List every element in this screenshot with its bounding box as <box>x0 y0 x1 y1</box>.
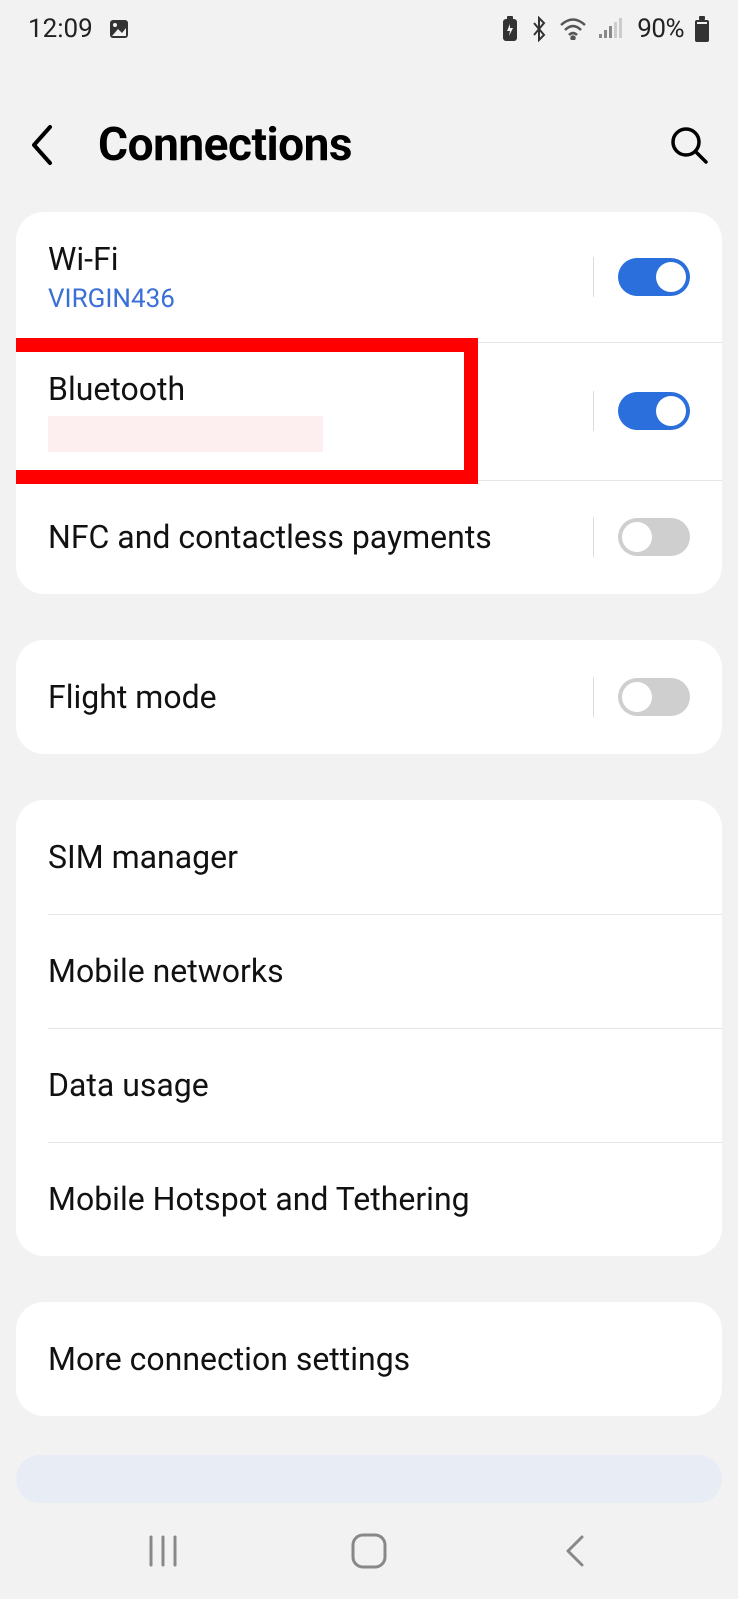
toggle-switch[interactable] <box>618 518 690 556</box>
row-title: More connection settings <box>48 1340 690 1378</box>
back-button[interactable] <box>28 121 98 169</box>
bottom-shelf <box>16 1455 722 1503</box>
screenshot-saved-icon <box>107 17 131 41</box>
settings-row[interactable]: Bluetooth <box>16 342 722 480</box>
row-right <box>593 391 690 431</box>
navigation-bar <box>0 1503 738 1599</box>
separator <box>593 677 594 717</box>
row-main: Mobile Hotspot and Tethering <box>48 1180 690 1218</box>
status-bar: 12:09 90% <box>0 0 738 58</box>
row-main: Data usage <box>48 1066 690 1104</box>
battery-saver-icon <box>501 16 519 42</box>
row-title: Mobile networks <box>48 952 690 990</box>
row-title: Bluetooth <box>48 370 593 408</box>
row-title: NFC and contactless payments <box>48 518 593 556</box>
page-header: Connections <box>0 58 738 212</box>
toggle-knob <box>622 522 652 552</box>
settings-row[interactable]: NFC and contactless payments <box>16 480 722 594</box>
signal-icon <box>597 18 623 40</box>
row-title: Wi-Fi <box>48 240 593 278</box>
separator <box>593 257 594 297</box>
settings-group: More connection settings <box>16 1302 722 1416</box>
row-main: Mobile networks <box>48 952 690 990</box>
row-main: More connection settings <box>48 1340 690 1378</box>
row-subtitle-redacted <box>48 416 323 452</box>
row-title: Flight mode <box>48 678 593 716</box>
row-title: Data usage <box>48 1066 690 1104</box>
settings-row[interactable]: SIM manager <box>16 800 722 914</box>
settings-row[interactable]: Flight mode <box>16 640 722 754</box>
separator <box>593 391 594 431</box>
battery-percent: 90% <box>637 14 684 44</box>
page-title: Connections <box>98 118 650 172</box>
toggle-knob <box>622 682 652 712</box>
toggle-knob <box>656 396 686 426</box>
settings-group: Flight mode <box>16 640 722 754</box>
row-right <box>593 677 690 717</box>
row-main: Bluetooth <box>48 370 593 452</box>
row-main: NFC and contactless payments <box>48 518 593 556</box>
settings-row[interactable]: Data usage <box>16 1028 722 1142</box>
row-main: Flight mode <box>48 678 593 716</box>
bluetooth-icon <box>529 16 549 42</box>
toggle-switch[interactable] <box>618 392 690 430</box>
row-main: Wi-Fi VIRGIN436 <box>48 240 593 314</box>
toggle-knob <box>656 262 686 292</box>
home-button[interactable] <box>329 1531 409 1571</box>
toggle-switch[interactable] <box>618 258 690 296</box>
status-time: 12:09 <box>28 14 93 44</box>
settings-row[interactable]: Wi-Fi VIRGIN436 <box>16 212 722 342</box>
recents-button[interactable] <box>123 1533 203 1569</box>
settings-group: Wi-Fi VIRGIN436 Bluetooth NFC and contactle… <box>16 212 722 594</box>
row-title: Mobile Hotspot and Tethering <box>48 1180 690 1218</box>
row-right <box>593 517 690 557</box>
row-right <box>593 257 690 297</box>
settings-group: SIM manager Mobile networks Data usage Mobi… <box>16 800 722 1256</box>
settings-row[interactable]: Mobile Hotspot and Tethering <box>16 1142 722 1256</box>
row-main: SIM manager <box>48 838 690 876</box>
nav-back-button[interactable] <box>535 1531 615 1571</box>
wifi-icon <box>559 18 587 40</box>
settings-row[interactable]: More connection settings <box>16 1302 722 1416</box>
battery-icon <box>694 16 710 42</box>
row-title: SIM manager <box>48 838 690 876</box>
settings-row[interactable]: Mobile networks <box>16 914 722 1028</box>
search-button[interactable] <box>650 124 710 166</box>
row-subtitle: VIRGIN436 <box>48 284 593 314</box>
toggle-switch[interactable] <box>618 678 690 716</box>
separator <box>593 517 594 557</box>
